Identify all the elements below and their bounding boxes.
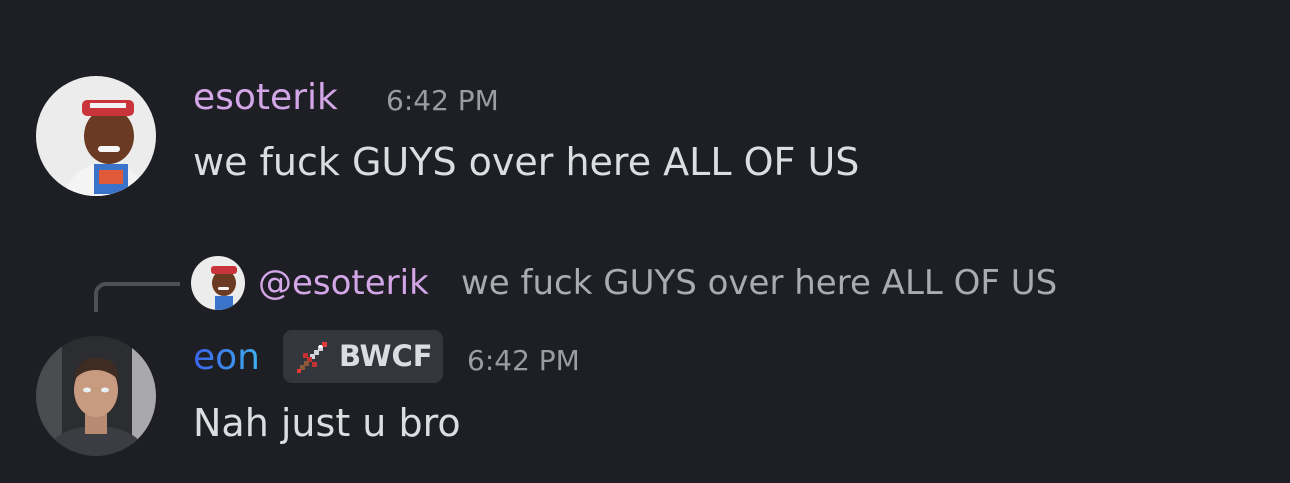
reply-avatar[interactable] [191,256,245,310]
reply-connector [94,282,180,312]
esoterik-avatar[interactable] [36,76,156,196]
message-author[interactable]: esoterik [193,80,338,116]
guild-tag-label: BWCF [339,339,433,373]
eon-avatar[interactable] [36,336,156,456]
message-content: we fuck GUYS over here ALL OF US [193,140,860,184]
reply-preview-text[interactable]: we fuck GUYS over here ALL OF US [461,266,1057,300]
message-timestamp: 6:42 PM [386,84,499,117]
message-content: Nah just u bro [193,401,461,445]
message-author[interactable]: eon [193,340,260,376]
reply-mention[interactable]: @esoterik [258,266,429,300]
sword-icon [295,339,331,379]
message-timestamp: 6:42 PM [467,344,580,377]
guild-tag[interactable]: BWCF [283,330,443,383]
chat-message-list: esoterik 6:42 PM we fuck GUYS over here … [0,0,1290,483]
